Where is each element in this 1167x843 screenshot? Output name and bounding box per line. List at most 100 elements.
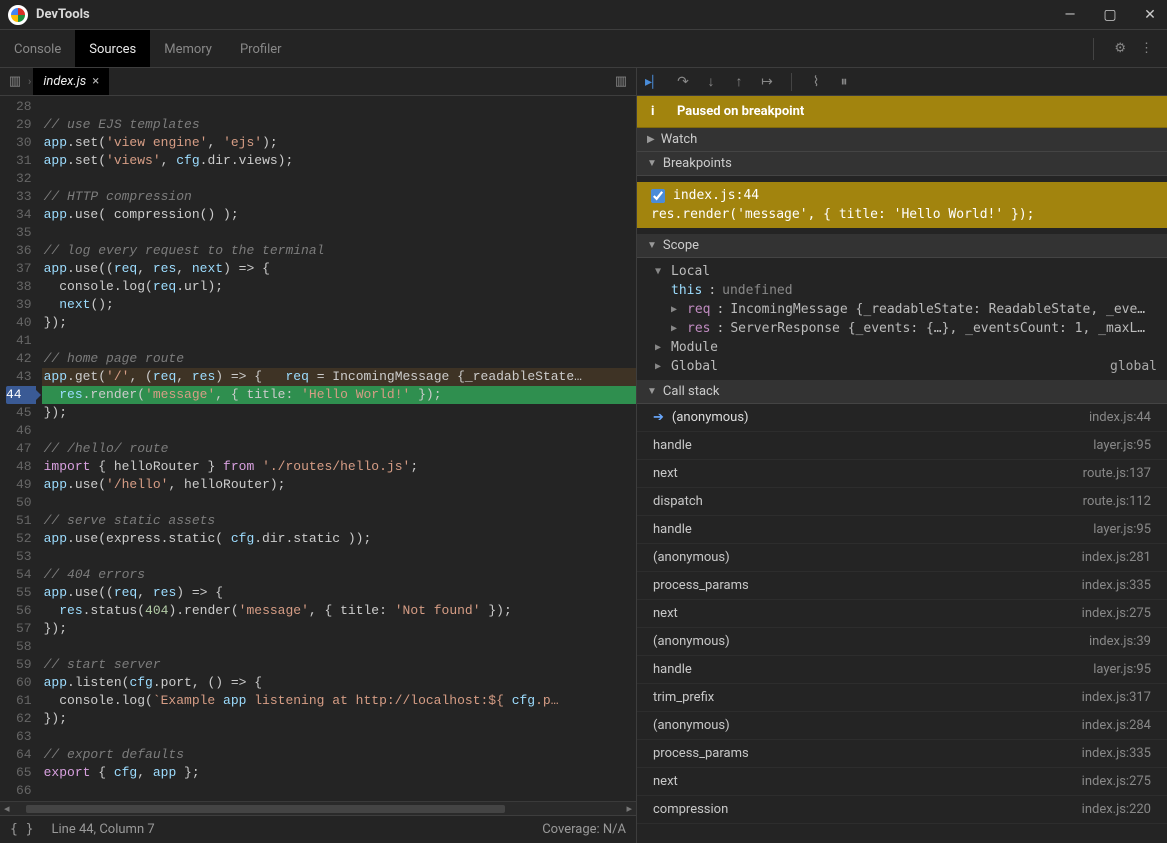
code-line[interactable]: // /hello/ route — [42, 440, 636, 458]
code-line[interactable] — [42, 98, 636, 116]
file-tab[interactable]: index.js × — [33, 68, 109, 95]
callstack-frame[interactable]: handlelayer.js:95 — [637, 432, 1167, 460]
close-icon[interactable]: ✕ — [1141, 7, 1159, 23]
line-number[interactable]: 40 — [6, 314, 32, 332]
callstack-frame[interactable]: compressionindex.js:220 — [637, 796, 1167, 824]
callstack-frame[interactable]: (anonymous)index.js:39 — [637, 628, 1167, 656]
line-number[interactable]: 46 — [6, 422, 32, 440]
callstack-frame[interactable]: trim_prefixindex.js:317 — [637, 684, 1167, 712]
line-number[interactable]: 33 — [6, 188, 32, 206]
deactivate-bp-icon[interactable]: ⌇ — [806, 74, 826, 90]
line-number[interactable]: 39 — [6, 296, 32, 314]
code-line[interactable]: res.render('message', { title: 'Hello Wo… — [42, 386, 636, 404]
maximize-icon[interactable]: ▢ — [1101, 7, 1119, 23]
code-line[interactable] — [42, 782, 636, 800]
line-number[interactable]: 44 — [6, 386, 36, 404]
braces-icon[interactable]: { } — [10, 822, 33, 837]
callstack-frame[interactable]: dispatchroute.js:112 — [637, 488, 1167, 516]
line-number[interactable]: 36 — [6, 242, 32, 260]
kebab-icon[interactable]: ⋮ — [1140, 41, 1153, 56]
line-number[interactable]: 58 — [6, 638, 32, 656]
callstack-frame[interactable]: nextindex.js:275 — [637, 600, 1167, 628]
line-number[interactable]: 62 — [6, 710, 32, 728]
callstack-frame[interactable]: handlelayer.js:95 — [637, 516, 1167, 544]
code-line[interactable]: // start server — [42, 656, 636, 674]
line-number[interactable]: 47 — [6, 440, 32, 458]
code-line[interactable]: app.listen(cfg.port, () => { — [42, 674, 636, 692]
line-number[interactable]: 59 — [6, 656, 32, 674]
callstack-frame[interactable]: ➔(anonymous)index.js:44 — [637, 404, 1167, 432]
line-number[interactable]: 30 — [6, 134, 32, 152]
code-line[interactable]: // export defaults — [42, 746, 636, 764]
scope-req[interactable]: ▶req: IncomingMessage {_readableState: R… — [637, 300, 1167, 319]
code-line[interactable]: export { cfg, app }; — [42, 764, 636, 782]
scope-header[interactable]: ▼ Scope — [637, 234, 1167, 258]
code-line[interactable]: import { helloRouter } from './routes/he… — [42, 458, 636, 476]
code-line[interactable] — [42, 332, 636, 350]
line-number[interactable]: 57 — [6, 620, 32, 638]
code-line[interactable]: // serve static assets — [42, 512, 636, 530]
step-out-icon[interactable]: ↑ — [729, 73, 749, 90]
code-editor[interactable]: 2829303132333435363738394041424344454647… — [0, 96, 636, 801]
line-number[interactable]: 35 — [6, 224, 32, 242]
code-line[interactable]: app.use((req, res) => { — [42, 584, 636, 602]
code-line[interactable]: }); — [42, 620, 636, 638]
code-line[interactable] — [42, 494, 636, 512]
line-number[interactable]: 45 — [6, 404, 32, 422]
tab-console[interactable]: Console — [0, 30, 75, 67]
code-line[interactable]: app.get('/', (req, res) => { req = Incom… — [42, 368, 636, 386]
code-line[interactable]: // use EJS templates — [42, 116, 636, 134]
tab-memory[interactable]: Memory — [150, 30, 226, 67]
code-line[interactable] — [42, 728, 636, 746]
code-line[interactable]: app.use( compression() ); — [42, 206, 636, 224]
code-line[interactable]: // home page route — [42, 350, 636, 368]
toggle-navigator-icon[interactable]: ▥ — [610, 74, 632, 89]
horizontal-scrollbar[interactable]: ◂▸ — [0, 801, 636, 815]
line-number[interactable]: 52 — [6, 530, 32, 548]
line-number[interactable]: 28 — [6, 98, 32, 116]
code-line[interactable] — [42, 548, 636, 566]
callstack-frame[interactable]: nextroute.js:137 — [637, 460, 1167, 488]
step-icon[interactable]: ↦ — [757, 74, 777, 90]
code-line[interactable]: }); — [42, 404, 636, 422]
code-line[interactable]: }); — [42, 710, 636, 728]
watch-header[interactable]: ▶ Watch — [637, 128, 1167, 152]
scope-this[interactable]: this: undefined — [637, 281, 1167, 300]
line-number[interactable]: 60 — [6, 674, 32, 692]
breakpoints-header[interactable]: ▼ Breakpoints — [637, 152, 1167, 176]
callstack-frame[interactable]: nextindex.js:275 — [637, 768, 1167, 796]
minimize-icon[interactable]: — — [1061, 7, 1079, 23]
line-number[interactable]: 64 — [6, 746, 32, 764]
code-line[interactable]: console.log(`Example app listening at ht… — [42, 692, 636, 710]
callstack-header[interactable]: ▼ Call stack — [637, 380, 1167, 404]
scope-res[interactable]: ▶res: ServerResponse {_events: {…}, _eve… — [637, 319, 1167, 338]
code-line[interactable]: app.set('view engine', 'ejs'); — [42, 134, 636, 152]
line-number[interactable]: 32 — [6, 170, 32, 188]
line-number[interactable]: 41 — [6, 332, 32, 350]
callstack-frame[interactable]: (anonymous)index.js:281 — [637, 544, 1167, 572]
code-line[interactable] — [42, 170, 636, 188]
line-number[interactable]: 37 — [6, 260, 32, 278]
line-number[interactable]: 55 — [6, 584, 32, 602]
pause-exceptions-icon[interactable]: ⏸ — [834, 74, 854, 90]
line-number[interactable]: 63 — [6, 728, 32, 746]
tab-profiler[interactable]: Profiler — [226, 30, 296, 67]
scope-local[interactable]: ▼Local — [637, 262, 1167, 281]
line-number[interactable]: 43 — [6, 368, 32, 386]
line-number[interactable]: 50 — [6, 494, 32, 512]
line-number[interactable]: 42 — [6, 350, 32, 368]
callstack-frame[interactable]: process_paramsindex.js:335 — [637, 740, 1167, 768]
close-tab-icon[interactable]: × — [92, 74, 99, 89]
step-into-icon[interactable]: ↓ — [701, 73, 721, 90]
resume-icon[interactable]: ▸⎸ — [645, 74, 665, 90]
callstack-frame[interactable]: process_paramsindex.js:335 — [637, 572, 1167, 600]
code-line[interactable]: // 404 errors — [42, 566, 636, 584]
code-line[interactable]: app.use((req, res, next) => { — [42, 260, 636, 278]
breakpoint-checkbox[interactable] — [651, 189, 665, 203]
code-line[interactable]: next(); — [42, 296, 636, 314]
line-number[interactable]: 29 — [6, 116, 32, 134]
line-number[interactable]: 38 — [6, 278, 32, 296]
line-number[interactable]: 56 — [6, 602, 32, 620]
callstack-frame[interactable]: handlelayer.js:95 — [637, 656, 1167, 684]
line-number[interactable]: 51 — [6, 512, 32, 530]
